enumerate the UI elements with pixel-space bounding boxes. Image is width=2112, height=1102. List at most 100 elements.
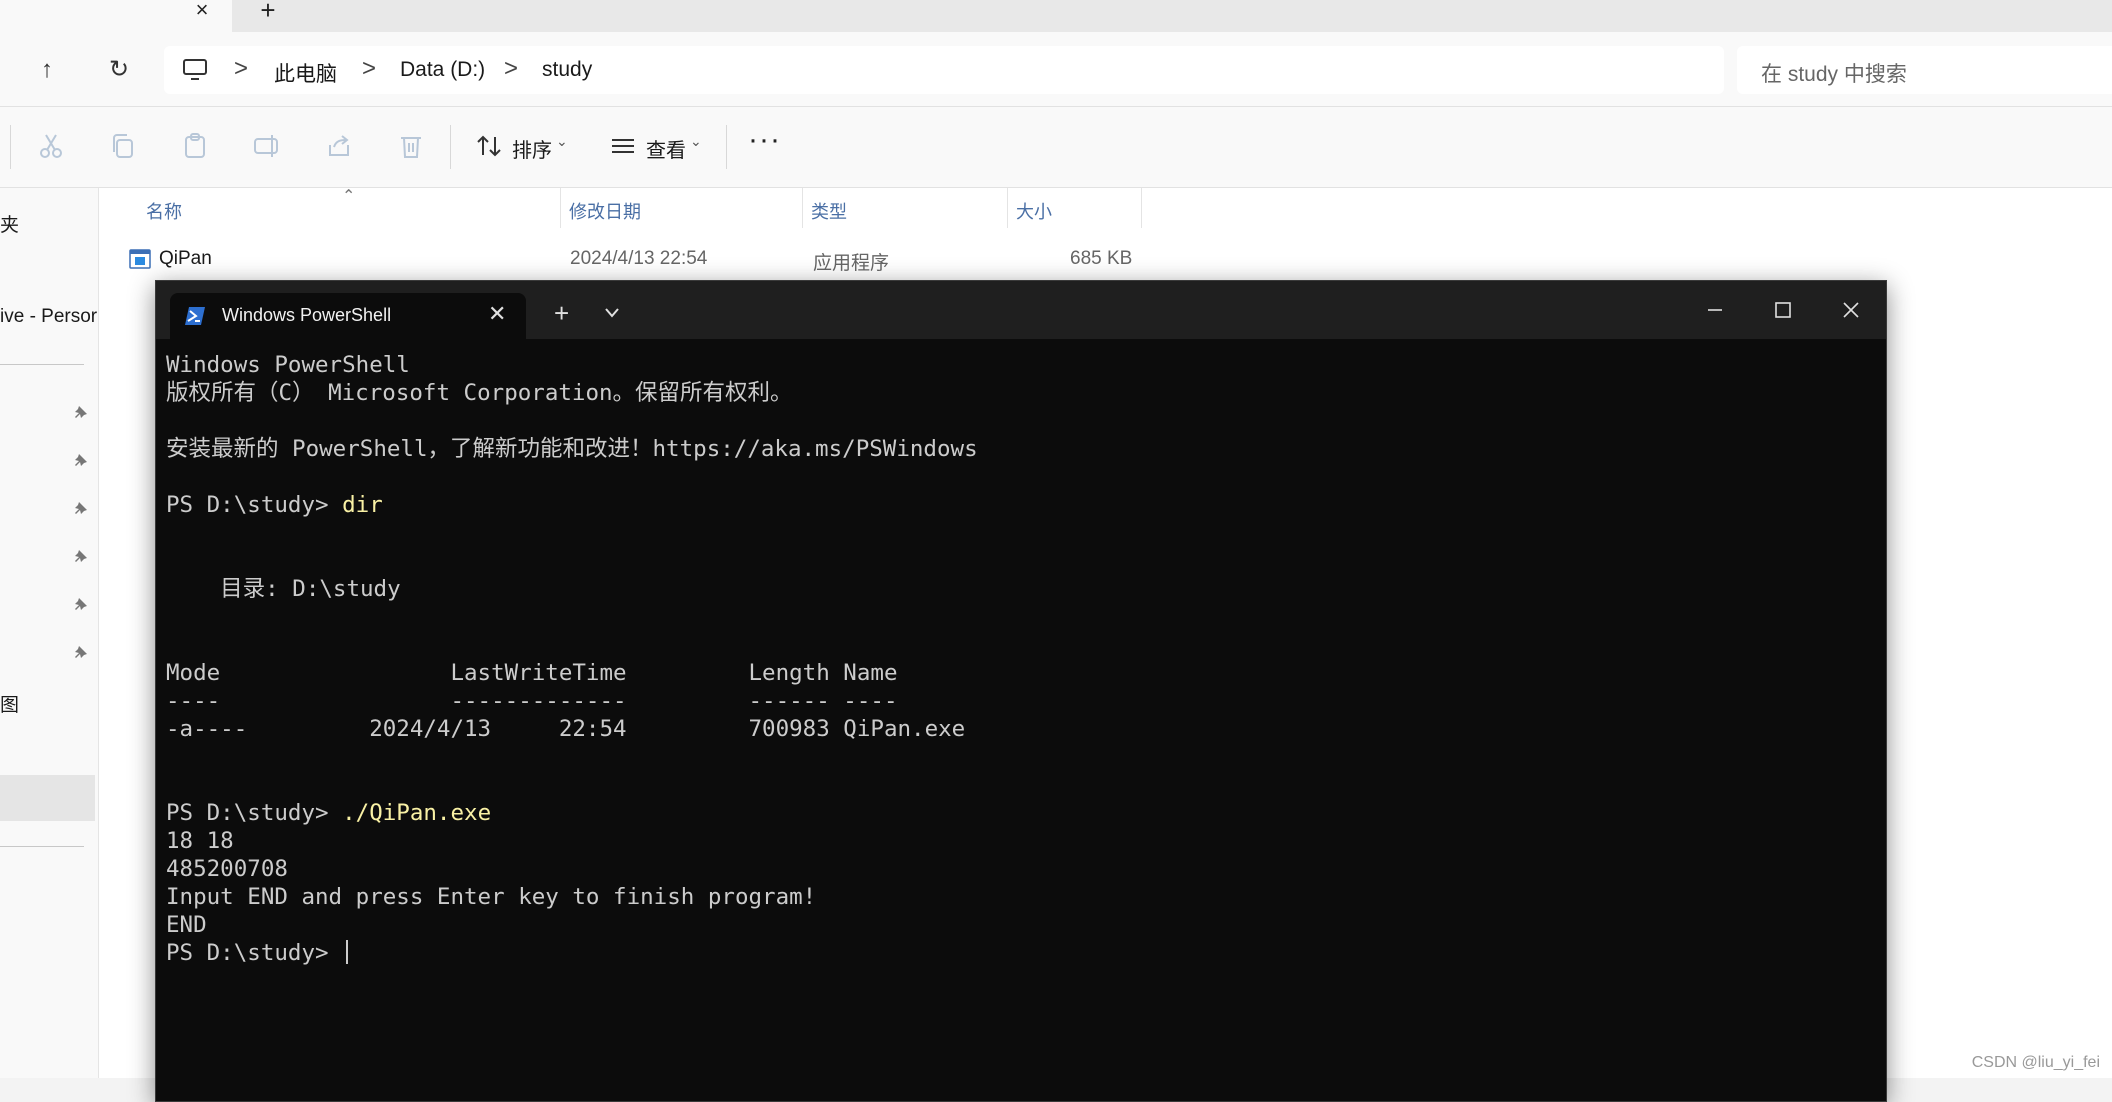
toolbar-divider xyxy=(450,125,451,169)
toolbar-divider xyxy=(10,125,11,169)
terminal-output[interactable]: Windows PowerShell 版权所有（C） Microsoft Corp… xyxy=(166,351,1866,1091)
this-pc-icon[interactable] xyxy=(182,58,208,82)
terminal-line-text: Input END and press Enter key to finish … xyxy=(166,884,817,910)
refresh-icon[interactable]: ↻ xyxy=(102,54,136,88)
terminal-line-text: Windows PowerShell xyxy=(166,352,410,378)
terminal-prompt: PS D:\study> xyxy=(166,940,343,966)
file-row[interactable]: QiPan 2024/4/13 22:54 应用程序 685 KB xyxy=(99,188,1159,288)
address-bar[interactable]: > 此电脑 > Data (D:) > study xyxy=(164,46,1724,94)
breadcrumb-this-pc[interactable]: 此电脑 xyxy=(274,58,337,88)
powershell-icon xyxy=(185,307,205,325)
terminal-line: -a---- 2024/4/13 22:54 700983 QiPan.exe xyxy=(166,715,1866,743)
terminal-line-text: 目录: D:\study xyxy=(166,576,401,602)
sidebar-divider xyxy=(0,364,84,365)
breadcrumb-separator: > xyxy=(504,55,519,82)
explorer-tab-strip: × + xyxy=(0,0,2112,32)
terminal-line-text: PS D:\study> xyxy=(166,800,343,826)
toolbar-divider xyxy=(726,125,727,169)
terminal-line-text: END xyxy=(166,912,207,938)
terminal-line-text: PS D:\study> xyxy=(166,492,343,518)
text-cursor xyxy=(346,940,349,964)
close-window-icon[interactable] xyxy=(1838,297,1864,323)
terminal-line: Mode LastWriteTime Length Name xyxy=(166,659,1866,687)
file-size: 685 KB xyxy=(1070,248,1133,269)
rename-icon[interactable] xyxy=(252,131,282,161)
terminal-line: ---- ------------- ------ ---- xyxy=(166,687,1866,715)
application-icon xyxy=(129,249,151,269)
share-icon[interactable] xyxy=(324,131,354,161)
pin-icon[interactable] xyxy=(72,644,92,664)
terminal-command: dir xyxy=(342,492,383,518)
terminal-line: PS D:\study> dir xyxy=(166,491,1866,519)
file-modified: 2024/4/13 22:54 xyxy=(570,248,708,269)
breadcrumb-study[interactable]: study xyxy=(542,58,592,82)
view-button[interactable]: 查看 ⌄ xyxy=(606,107,710,187)
breadcrumb-separator: > xyxy=(234,55,249,82)
terminal-line: 18 18 xyxy=(166,827,1866,855)
view-label: 查看 xyxy=(646,140,686,162)
terminal-line: PS D:\study> ./QiPan.exe xyxy=(166,799,1866,827)
command-bar: 排序 ⌄ 查看 ⌄ ··· xyxy=(0,107,2112,188)
terminal-line: END xyxy=(166,911,1866,939)
pin-icon[interactable] xyxy=(72,500,92,520)
new-terminal-tab-button[interactable]: + xyxy=(554,300,569,326)
sidebar-item[interactable]: 夹 xyxy=(0,210,19,237)
powershell-window[interactable]: Windows PowerShell ✕ + Windows PowerShel… xyxy=(155,280,1887,1102)
new-tab-button[interactable]: + xyxy=(254,0,282,23)
breadcrumb-drive-d[interactable]: Data (D:) xyxy=(400,58,485,82)
terminal-line: 目录: D:\study xyxy=(166,575,1866,603)
terminal-line: 485200708 xyxy=(166,855,1866,883)
terminal-line-text: 安装最新的 PowerShell，了解新功能和改进！https://aka.ms… xyxy=(166,436,978,462)
paste-icon[interactable] xyxy=(180,131,210,161)
terminal-line-text: 版权所有（C） Microsoft Corporation。保留所有权利。 xyxy=(166,380,793,406)
search-placeholder: 在 study 中搜索 xyxy=(1761,63,1907,86)
navigation-pane: 夹 ive - Persor 图 xyxy=(0,188,99,1078)
terminal-line-text: 18 18 xyxy=(166,828,234,854)
sort-icon xyxy=(477,135,501,157)
terminal-line-text: -a---- 2024/4/13 22:54 700983 QiPan.exe xyxy=(166,716,966,742)
sidebar-divider xyxy=(0,846,84,847)
maximize-icon[interactable] xyxy=(1770,297,1796,323)
terminal-line-text: ---- ------------- ------ ---- xyxy=(166,688,898,714)
more-options-icon[interactable]: ··· xyxy=(748,123,781,157)
copy-icon[interactable] xyxy=(108,131,138,161)
breadcrumb-separator: > xyxy=(362,55,377,82)
terminal-tab[interactable]: Windows PowerShell ✕ xyxy=(170,293,526,339)
terminal-tab-title: Windows PowerShell xyxy=(222,305,392,325)
tab-close-icon[interactable]: × xyxy=(190,0,214,22)
sort-button[interactable]: 排序 ⌄ xyxy=(470,107,574,187)
terminal-line: Input END and press Enter key to finish … xyxy=(166,883,1866,911)
chevron-down-icon: ⌄ xyxy=(690,133,702,149)
view-list-icon xyxy=(612,139,634,153)
terminal-command: ./QiPan.exe xyxy=(342,800,492,826)
pin-icon[interactable] xyxy=(72,452,92,472)
terminal-line-text: 485200708 xyxy=(166,856,288,882)
sidebar-item-onedrive[interactable]: ive - Persor xyxy=(0,306,97,328)
delete-icon[interactable] xyxy=(396,131,426,161)
cut-icon[interactable] xyxy=(36,131,66,161)
watermark: CSDN @liu_yi_fei xyxy=(1971,1054,2100,1071)
up-arrow-icon[interactable]: ↑ xyxy=(30,54,64,88)
terminal-line: 版权所有（C） Microsoft Corporation。保留所有权利。 xyxy=(166,379,1866,407)
search-input[interactable]: 在 study 中搜索 xyxy=(1737,46,2112,94)
explorer-tab[interactable]: × xyxy=(0,0,232,32)
close-tab-icon[interactable]: ✕ xyxy=(488,301,506,327)
sidebar-item-selected[interactable] xyxy=(0,775,95,821)
address-row: ↑ ↻ > 此电脑 > Data (D:) > study 在 study 中搜… xyxy=(0,32,2112,107)
minimize-icon[interactable] xyxy=(1702,297,1728,323)
pin-icon[interactable] xyxy=(72,548,92,568)
chevron-down-icon[interactable] xyxy=(602,305,622,321)
pin-icon[interactable] xyxy=(72,404,92,424)
sidebar-item[interactable]: 图 xyxy=(0,690,19,717)
terminal-prompt-line[interactable]: PS D:\study> xyxy=(166,939,1866,967)
pin-icon[interactable] xyxy=(72,596,92,616)
terminal-line-text: Mode LastWriteTime Length Name xyxy=(166,660,898,686)
terminal-title-bar[interactable]: Windows PowerShell ✕ + xyxy=(156,281,1886,339)
